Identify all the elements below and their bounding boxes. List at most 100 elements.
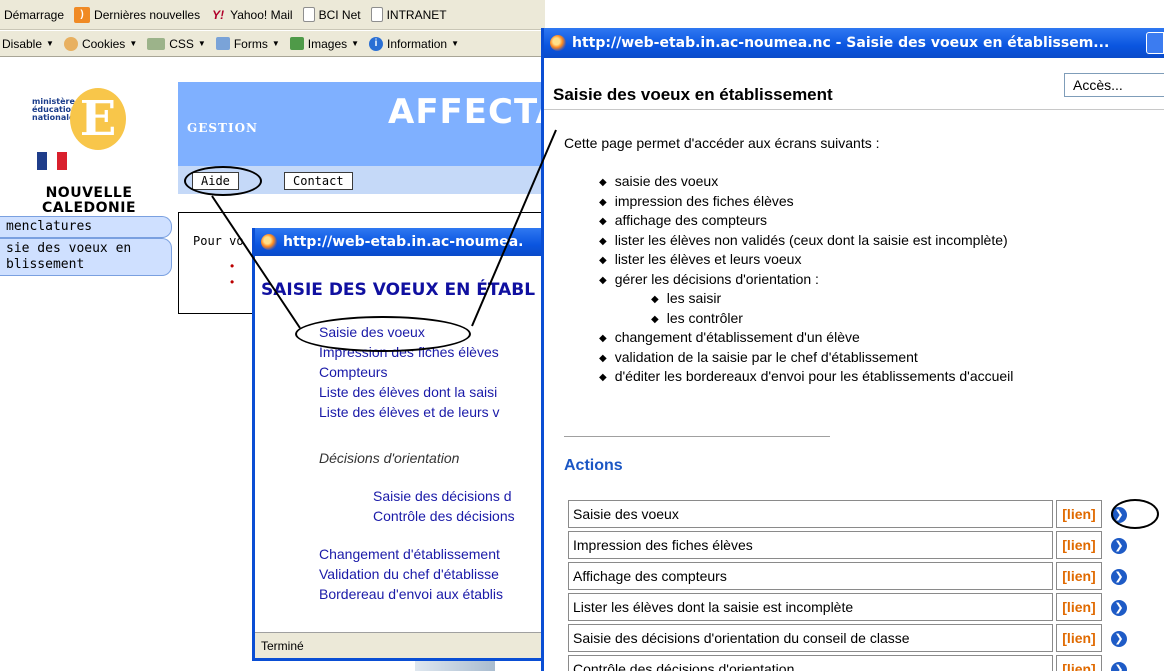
action-go-button[interactable]: ❯ xyxy=(1105,562,1133,590)
action-link[interactable]: [lien] xyxy=(1056,624,1102,652)
action-label: Contrôle des décisions d'orientation xyxy=(568,655,1053,671)
page-icon xyxy=(370,7,383,22)
main-popup-window: http://web-etab.in.ac-noumea.nc - Saisie… xyxy=(541,28,1164,671)
firefox-icon xyxy=(261,234,277,250)
list-item: changement d'établissement d'un élève xyxy=(599,329,1013,349)
forms-icon xyxy=(215,37,230,50)
banner-subtitle: GESTION xyxy=(187,121,259,135)
toolbar-images[interactable]: Images ▼ xyxy=(289,37,360,51)
toolbar-forms[interactable]: Forms ▼ xyxy=(215,36,280,51)
banner-title: AFFECTA xyxy=(388,92,563,132)
logo-e-icon: E xyxy=(70,88,126,150)
toolbar-css[interactable]: CSS ▼ xyxy=(147,37,206,51)
action-label: Affichage des compteurs xyxy=(568,562,1053,590)
bookmark-bci-net[interactable]: BCI Net xyxy=(302,7,361,22)
action-label: Impression des fiches élèves xyxy=(568,531,1053,559)
contact-button[interactable]: Contact xyxy=(284,172,353,190)
help-link-impression[interactable]: Impression des fiches élèves xyxy=(319,344,499,360)
screens-list: saisie des voeux impression des fiches é… xyxy=(599,173,1014,388)
main-popup-title: http://web-etab.in.ac-noumea.nc - Saisie… xyxy=(572,35,1110,51)
dropdown-caret-icon: ▼ xyxy=(351,39,360,48)
bookmark-label: Yahoo! Mail xyxy=(230,7,293,22)
region-title: NOUVELLE CALEDONIE xyxy=(41,185,137,216)
action-link[interactable]: [lien] xyxy=(1056,655,1102,671)
list-item: lister les élèves non validés (ceux dont… xyxy=(599,232,1013,252)
go-arrow-icon: ❯ xyxy=(1111,600,1127,616)
action-go-button[interactable]: ❯ xyxy=(1105,531,1133,559)
action-label: Saisie des voeux xyxy=(568,500,1053,528)
go-arrow-icon: ❯ xyxy=(1111,538,1127,554)
help-link-bordereau[interactable]: Bordereau d'envoi aux établis xyxy=(319,586,503,602)
bookmarks-toolbar: Démarrage ) Dernières nouvelles Y! Yahoo! … xyxy=(0,0,545,30)
bookmark-dernieres-nouvelles[interactable]: ) Dernières nouvelles xyxy=(74,6,201,23)
action-link[interactable]: [lien] xyxy=(1056,531,1102,559)
go-arrow-icon: ❯ xyxy=(1111,631,1127,647)
bookmark-yahoo-mail[interactable]: Y! Yahoo! Mail xyxy=(210,7,292,23)
dropdown-caret-icon: ▼ xyxy=(271,39,280,48)
table-row: Saisie des voeux [lien] ❯ xyxy=(568,500,1133,528)
cookies-icon xyxy=(63,36,78,51)
page-icon xyxy=(302,7,315,22)
bookmark-intranet[interactable]: INTRANET xyxy=(370,7,447,22)
rss-icon: ) xyxy=(74,6,91,23)
css-icon xyxy=(147,37,166,50)
dropdown-caret-icon: ▼ xyxy=(451,39,459,48)
bookmark-demarrage[interactable]: Démarrage xyxy=(4,8,64,22)
table-row: Saisie des décisions d'orientation du co… xyxy=(568,624,1133,652)
bookmark-label: Démarrage xyxy=(4,7,65,22)
status-bar: Terminé xyxy=(255,632,545,658)
main-popup-titlebar[interactable]: http://web-etab.in.ac-noumea.nc - Saisie… xyxy=(544,28,1164,58)
toolbar-label: Forms xyxy=(233,36,268,51)
background-bullets: • • xyxy=(230,259,235,289)
help-popup-titlebar[interactable]: http://web-etab.in.ac-noumea. xyxy=(255,228,545,256)
dropdown-caret-icon: ▼ xyxy=(197,39,206,48)
intro-text: Cette page permet d'accéder aux écrans s… xyxy=(564,135,880,151)
toolbar-label: CSS xyxy=(169,36,194,51)
action-go-button[interactable]: ❯ xyxy=(1105,624,1133,652)
toolbar-cookies[interactable]: Cookies ▼ xyxy=(63,36,137,51)
help-section-decisions: Décisions d'orientation xyxy=(319,450,460,466)
information-icon: i xyxy=(369,36,384,51)
images-icon xyxy=(289,37,304,50)
acces-select[interactable]: Accès... xyxy=(1064,73,1164,97)
nav-item-saisie-voeux[interactable]: sie des voeux en blissement xyxy=(0,238,172,276)
go-arrow-icon: ❯ xyxy=(1111,662,1127,671)
firefox-icon xyxy=(550,35,566,51)
actions-heading: Actions xyxy=(564,457,623,474)
list-item: d'éditer les bordereaux d'envoi pour les… xyxy=(599,368,1014,388)
minimize-button[interactable] xyxy=(1146,32,1164,54)
action-go-button[interactable]: ❯ xyxy=(1105,500,1133,528)
action-go-button[interactable]: ❯ xyxy=(1105,655,1133,671)
help-link-compteurs[interactable]: Compteurs xyxy=(319,364,387,380)
table-row: Impression des fiches élèves [lien] ❯ xyxy=(568,531,1133,559)
help-link-liste-incomplete[interactable]: Liste des élèves dont la saisi xyxy=(319,384,497,400)
action-link[interactable]: [lien] xyxy=(1056,593,1102,621)
web-developer-toolbar: Disable ▼ Cookies ▼ CSS ▼ Forms ▼ Images ▼ iI… xyxy=(0,31,545,57)
bookmark-label: Dernières nouvelles xyxy=(94,7,201,22)
help-link-saisie-decisions[interactable]: Saisie des décisions d xyxy=(373,488,512,504)
table-row: Contrôle des décisions d'orientation [li… xyxy=(568,655,1133,671)
toolbar-information[interactable]: i Information ▼ xyxy=(369,36,459,51)
toolbar-label: Information xyxy=(387,36,448,51)
help-link-controle-decisions[interactable]: Contrôle des décisions xyxy=(373,508,515,524)
nav-item-nomenclatures[interactable]: menclatures xyxy=(0,216,172,238)
action-link[interactable]: [lien] xyxy=(1056,500,1102,528)
page-title: Saisie des voeux en établissement xyxy=(553,85,833,104)
action-link[interactable]: [lien] xyxy=(1056,562,1102,590)
help-link-changement[interactable]: Changement d'établissement xyxy=(319,546,500,562)
action-label: Saisie des décisions d'orientation du co… xyxy=(568,624,1053,652)
list-item: impression des fiches élèves xyxy=(599,193,1013,213)
help-link-validation[interactable]: Validation du chef d'établisse xyxy=(319,566,499,582)
help-link-saisie-voeux[interactable]: Saisie des voeux xyxy=(319,324,425,340)
bookmark-label: BCI Net xyxy=(318,7,361,22)
help-button[interactable]: Aide xyxy=(192,172,239,190)
help-popup-heading: SAISIE DES VOEUX EN ÉTABL xyxy=(261,280,536,300)
toolbar-disable[interactable]: Disable ▼ xyxy=(2,37,54,51)
bookmark-label: INTRANET xyxy=(386,7,447,22)
action-go-button[interactable]: ❯ xyxy=(1105,593,1133,621)
actions-table: Saisie des voeux [lien] ❯ Impression des… xyxy=(565,497,1136,671)
toolbar-label: Cookies xyxy=(81,36,126,51)
french-flag-icon xyxy=(37,152,67,170)
help-link-liste-voeux[interactable]: Liste des élèves et de leurs v xyxy=(319,404,500,420)
list-item: lister les élèves et leurs voeux xyxy=(599,251,1013,271)
